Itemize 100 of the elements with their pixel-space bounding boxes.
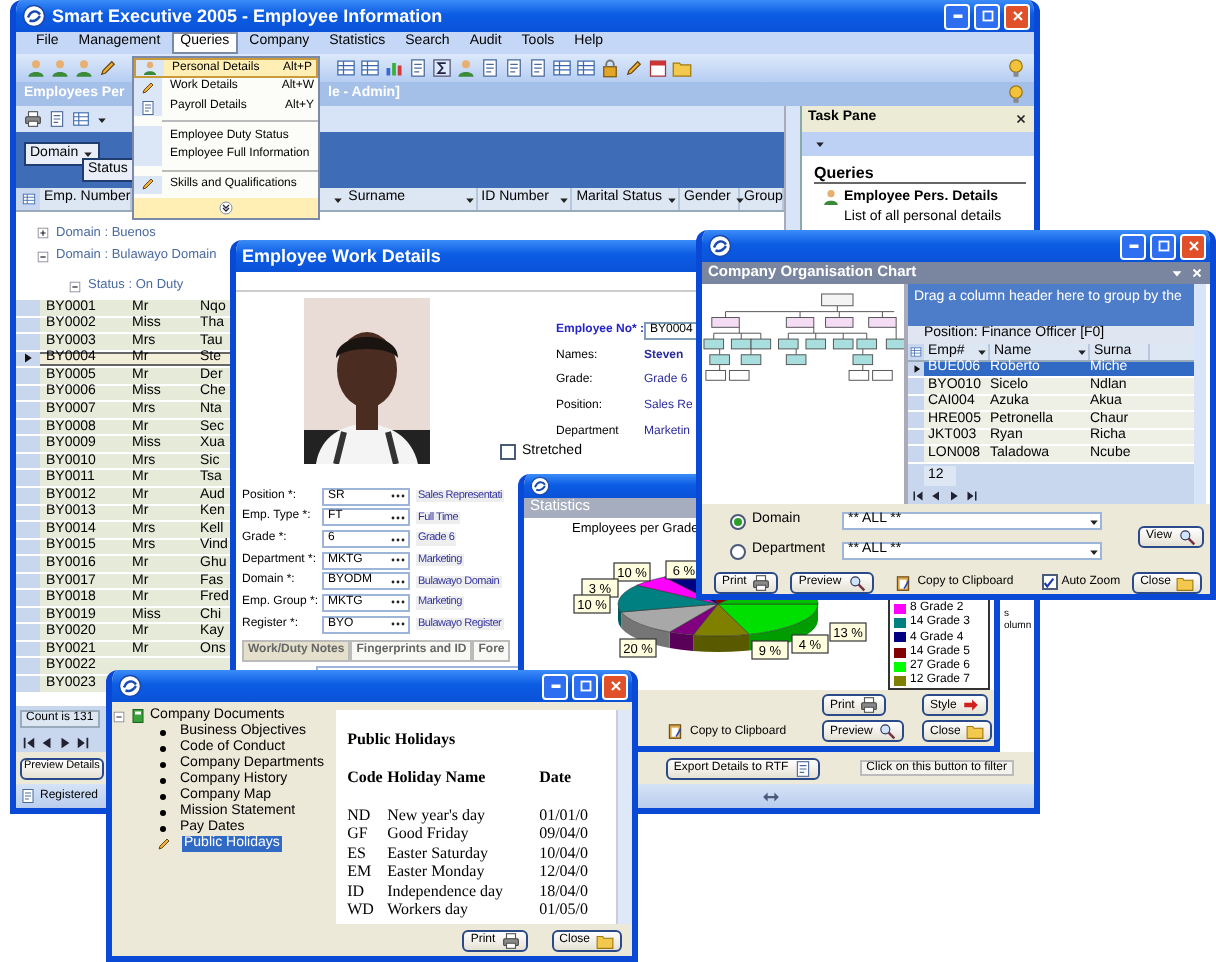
bullet-icon bbox=[160, 809, 166, 815]
document-title: Public Holidays bbox=[347, 730, 458, 749]
app-icon bbox=[22, 4, 46, 28]
person-icon bbox=[142, 60, 158, 76]
document-icon[interactable] bbox=[408, 58, 428, 78]
checkbox[interactable] bbox=[500, 444, 516, 461]
maximize-icon bbox=[577, 678, 593, 694]
document-icon[interactable] bbox=[504, 58, 524, 78]
row-pointer-icon bbox=[911, 363, 921, 374]
table-cell-text: WD bbox=[347, 900, 376, 920]
minimize-icon bbox=[549, 683, 561, 689]
window-title: Smart Executive 2005 - Employee Information bbox=[52, 5, 443, 27]
collapse-icon[interactable] bbox=[68, 279, 82, 293]
table-icon[interactable] bbox=[360, 58, 380, 78]
caret-icon bbox=[1076, 345, 1088, 358]
previous-button[interactable] bbox=[928, 488, 944, 504]
last-button[interactable] bbox=[74, 734, 90, 750]
document-icon[interactable] bbox=[48, 110, 66, 128]
table-icon[interactable] bbox=[910, 345, 922, 358]
pencil-icon[interactable] bbox=[98, 58, 118, 78]
table-cell: 12/04/0 bbox=[539, 862, 589, 882]
caret-icon bbox=[1088, 515, 1100, 527]
row-pointer-icon bbox=[22, 352, 34, 365]
table-cell: 01/01/0 bbox=[539, 805, 589, 825]
table-icon[interactable] bbox=[336, 58, 356, 78]
chart-icon[interactable] bbox=[384, 58, 404, 78]
clipboard-icon bbox=[893, 573, 912, 591]
table-icon[interactable] bbox=[21, 192, 35, 206]
scrollbar[interactable] bbox=[616, 710, 632, 924]
first-button[interactable] bbox=[910, 488, 926, 504]
table-cell-text: ES bbox=[347, 843, 368, 863]
caret-icon bbox=[976, 345, 988, 358]
table-icon[interactable] bbox=[552, 58, 572, 78]
pencil-icon[interactable] bbox=[624, 58, 644, 78]
previous-button[interactable] bbox=[38, 734, 54, 750]
maximize-button[interactable] bbox=[572, 673, 598, 699]
person-icon[interactable] bbox=[822, 188, 840, 207]
collapse-icon[interactable] bbox=[112, 709, 126, 723]
double-arrow-icon[interactable] bbox=[762, 787, 781, 805]
caret-icon[interactable] bbox=[814, 138, 826, 150]
close-icon bbox=[1009, 8, 1025, 24]
magnifier-icon bbox=[1177, 527, 1196, 545]
bullet-icon bbox=[160, 761, 166, 767]
sigma-icon[interactable] bbox=[432, 58, 452, 78]
bullet-icon bbox=[160, 793, 166, 799]
person-icon[interactable] bbox=[74, 58, 94, 78]
minimize-button[interactable] bbox=[1120, 233, 1146, 259]
expand-icon[interactable] bbox=[36, 226, 50, 240]
magnifier-icon bbox=[847, 573, 866, 591]
close-button[interactable] bbox=[602, 673, 628, 699]
document-icon bbox=[140, 99, 156, 116]
maximize-button[interactable] bbox=[1150, 233, 1176, 259]
printer-icon[interactable] bbox=[24, 110, 42, 128]
maximize-button[interactable] bbox=[974, 3, 1000, 29]
table-icon[interactable] bbox=[576, 58, 596, 78]
app-icon bbox=[118, 674, 142, 698]
table-cell-text: GF bbox=[347, 824, 370, 844]
first-button[interactable] bbox=[20, 734, 36, 750]
minimize-icon bbox=[1127, 243, 1139, 249]
next-button[interactable] bbox=[946, 488, 962, 504]
lock-icon[interactable] bbox=[600, 58, 620, 78]
first-icon bbox=[912, 490, 924, 502]
table-cell-text: Independence day bbox=[387, 881, 506, 901]
table-cell-text: Easter Monday bbox=[387, 862, 487, 882]
caret-icon[interactable] bbox=[96, 113, 108, 125]
table-cell: 01/05/0 bbox=[539, 900, 589, 920]
table-cell-text: EM bbox=[347, 862, 374, 882]
close-button[interactable] bbox=[1004, 3, 1030, 29]
caret-icon bbox=[1088, 545, 1100, 557]
minimize-button[interactable] bbox=[944, 3, 970, 29]
close-button[interactable] bbox=[1180, 233, 1206, 259]
app-icon bbox=[530, 476, 550, 496]
scrollbar[interactable] bbox=[1194, 284, 1206, 504]
folder-icon[interactable] bbox=[672, 58, 692, 78]
chevron-icon[interactable] bbox=[218, 200, 234, 217]
lightbulb-icon[interactable] bbox=[1006, 58, 1026, 78]
person-icon[interactable] bbox=[26, 58, 46, 78]
column-header: Date bbox=[539, 768, 572, 788]
next-button[interactable] bbox=[56, 734, 72, 750]
person-icon[interactable] bbox=[50, 58, 70, 78]
close-icon[interactable] bbox=[1014, 112, 1028, 126]
last-button[interactable] bbox=[964, 488, 980, 504]
magnifier-icon bbox=[878, 722, 897, 740]
arrow-icon bbox=[962, 696, 981, 714]
document-icon[interactable] bbox=[528, 58, 548, 78]
radio-button[interactable] bbox=[730, 513, 746, 529]
checkbox[interactable] bbox=[1041, 574, 1058, 590]
caret-icon[interactable] bbox=[332, 193, 345, 205]
table-icon[interactable] bbox=[72, 110, 90, 128]
table-cell: 10/04/0 bbox=[539, 843, 589, 863]
document-icon[interactable] bbox=[480, 58, 500, 78]
radio-button[interactable] bbox=[730, 543, 746, 559]
book-icon bbox=[130, 708, 146, 724]
collapse-icon[interactable] bbox=[36, 249, 50, 263]
window-title: Employee Work Details bbox=[242, 245, 441, 267]
bullet-icon bbox=[160, 729, 166, 735]
calendar-icon[interactable] bbox=[648, 58, 668, 78]
minimize-button[interactable] bbox=[542, 673, 568, 699]
last-icon bbox=[966, 490, 978, 502]
bullet-icon bbox=[160, 777, 166, 783]
